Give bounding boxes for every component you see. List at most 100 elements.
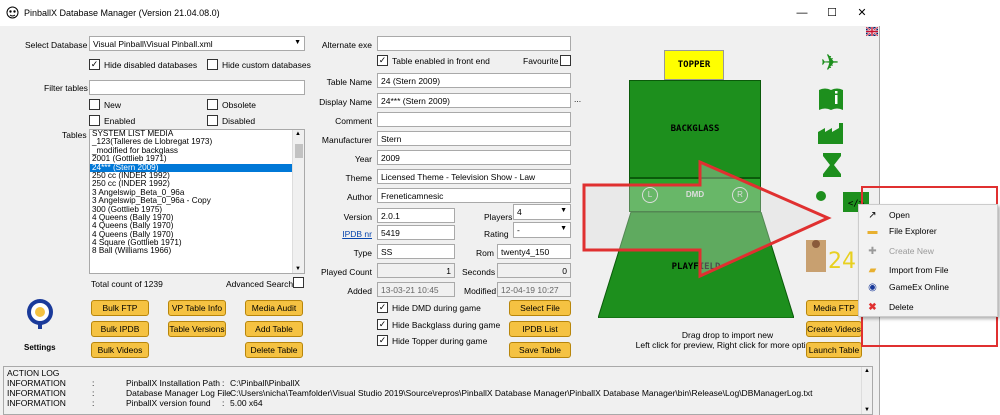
svg-text:24: 24 [828,249,856,274]
select-database-label: Select Database [25,40,88,50]
delete-table-button[interactable]: Delete Table [245,342,303,358]
hide-disabled-checkbox[interactable]: ✓ [89,59,100,70]
type-input[interactable]: SS [377,244,455,259]
author-input[interactable]: Freneticamnesic [377,188,571,203]
table-list-item[interactable]: 3 Angelswip_Beta_0_96a - Copy [90,197,293,205]
version-input[interactable]: 2.0.1 [377,208,455,223]
author-label: Author [346,192,372,202]
ipdb-list-button[interactable]: IPDB List [509,321,571,337]
added-value: 13-03-21 10:45 [377,282,455,297]
tables-label: Tables [62,130,87,140]
table-list-item[interactable]: 250 cc (INDER 1992) [90,172,293,180]
media-ftp-button[interactable]: Media FTP [806,300,862,316]
table-list-item[interactable]: 24*** (Stern 2009) [90,163,293,172]
menu-item-open[interactable]: ↗ Open [859,207,999,224]
topper-slot[interactable]: TOPPER [664,50,724,80]
table-list-item[interactable]: 250 cc (INDER 1992) [90,180,293,188]
year-input[interactable]: 2009 [377,150,571,165]
launch-table-button[interactable]: Launch Table [806,342,862,358]
table-list-item[interactable]: SYSTEM LIST MEDIA [90,130,293,138]
log-sep2: : [222,378,225,388]
hourglass-icon[interactable] [821,152,843,178]
close-button[interactable]: ✕ [843,0,881,26]
table-list-item[interactable]: 4 Queens (Bally 1970) [90,222,293,230]
airplane-icon[interactable]: ✈ [815,50,845,76]
save-table-button[interactable]: Save Table [509,342,571,358]
log-sep: : [92,378,95,388]
rating-dropdown[interactable]: - ▼ [513,222,571,238]
settings-logo-icon[interactable] [16,296,64,340]
select-database-dropdown[interactable]: Visual Pinball\Visual Pinball.xml ▼ [89,36,305,51]
bulk-ipdb-button[interactable]: Bulk IPDB [91,321,149,337]
menu-item-delete-label: Delete [889,302,914,312]
scroll-down-icon[interactable]: ▼ [864,407,870,413]
enabled-checkbox[interactable] [89,115,100,126]
select-file-button[interactable]: Select File [509,300,571,316]
disabled-label: Disabled [222,116,256,126]
table-list-item[interactable]: _123(Talleres de Llobregat 1973) [90,138,293,146]
gameex-logo-icon: ◉ [868,282,877,293]
hide-backglass-label: Hide Backglass during game [392,320,501,330]
scroll-up-icon[interactable]: ▲ [864,368,870,374]
bulk-videos-button[interactable]: Bulk Videos [91,342,149,358]
filter-tables-input[interactable] [89,80,305,95]
factory-icon[interactable] [817,121,845,145]
settings-label[interactable]: Settings [24,343,56,352]
hide-dmd-checkbox[interactable]: ✓ [377,302,388,313]
hide-topper-checkbox[interactable]: ✓ [377,335,388,346]
theme-input[interactable]: Licensed Theme - Television Show - Law [377,169,571,184]
tables-listbox[interactable]: SYSTEM LIST MEDIA _123(Talleres de Llobre… [89,129,305,274]
log-scrollbar[interactable]: ▲ ▼ [861,367,872,414]
backglass-label: BACKGLASS [670,124,720,134]
scroll-down-icon[interactable]: ▼ [295,266,301,272]
ipdb-input[interactable]: 5419 [377,225,455,240]
rom-label: Rom [476,248,494,258]
tables-scrollbar[interactable]: ▲ ▼ [292,130,304,273]
uk-flag-icon[interactable] [866,27,878,36]
table-list-item[interactable]: 300 (Gottlieb 1975) [90,206,293,214]
players-dropdown[interactable]: 4 ▼ [513,204,571,220]
scroll-up-icon[interactable]: ▲ [295,131,301,137]
obsolete-checkbox[interactable] [207,99,218,110]
menu-item-gameex-online[interactable]: ◉ GameEx Online [859,279,999,296]
favourite-checkbox[interactable] [560,55,571,66]
display-name-input[interactable]: 24*** (Stern 2009) [377,93,571,108]
table-name-input[interactable]: 24 (Stern 2009) [377,73,571,88]
hide-custom-checkbox[interactable] [207,59,218,70]
scroll-thumb[interactable] [295,144,303,158]
create-videos-button[interactable]: Create Videos [806,321,862,337]
ipdb-link[interactable]: IPDB nr [310,229,372,239]
table-list-item[interactable]: 3 Angelswip_Beta_0_96a [90,189,293,197]
delete-x-icon: ✖ [868,302,877,313]
new-checkbox[interactable] [89,99,100,110]
table-list-item[interactable]: 4 Queens (Bally 1970) [90,231,293,239]
manufacturer-input[interactable]: Stern [377,131,571,146]
table-list-item[interactable]: 8 Ball (Williams 1966) [90,247,293,255]
menu-item-import-from-file[interactable]: ▰ Import from File [859,262,999,279]
enabled-front-end-checkbox[interactable]: ✓ [377,55,388,66]
theme-label: Theme [345,173,372,183]
menu-item-delete[interactable]: ✖ Delete [859,299,999,316]
hide-topper-label: Hide Topper during game [392,336,488,346]
hide-backglass-checkbox[interactable]: ✓ [377,319,388,330]
vp-table-info-button[interactable]: VP Table Info [168,300,226,316]
bulk-ftp-button[interactable]: Bulk FTP [91,300,149,316]
table-list-item[interactable]: _modified for backglass [90,147,293,155]
rom-input[interactable]: twenty4_150 [497,244,571,259]
log-key: Database Manager Log File [126,388,231,398]
display-name-ellipsis-button[interactable]: ... [574,94,581,104]
comment-input[interactable] [377,112,571,127]
add-table-button[interactable]: Add Table [245,321,303,337]
hide-disabled-label: Hide disabled databases [104,60,198,70]
menu-item-file-explorer[interactable]: ▬ File Explorer [859,223,999,240]
table-list-item[interactable]: 4 Queens (Bally 1970) [90,214,293,222]
magnifier-icon[interactable] [812,189,828,205]
table-list-item[interactable]: 2001 (Gottlieb 1971) [90,155,293,163]
table-list-item[interactable]: 4 Square (Gottlieb 1971) [90,239,293,247]
advanced-search-checkbox[interactable] [293,277,304,288]
disabled-checkbox[interactable] [207,115,218,126]
alternate-exe-input[interactable] [377,36,571,51]
book-info-icon[interactable] [817,86,845,112]
table-versions-button[interactable]: Table Versions [168,321,226,337]
media-audit-button[interactable]: Media Audit [245,300,303,316]
